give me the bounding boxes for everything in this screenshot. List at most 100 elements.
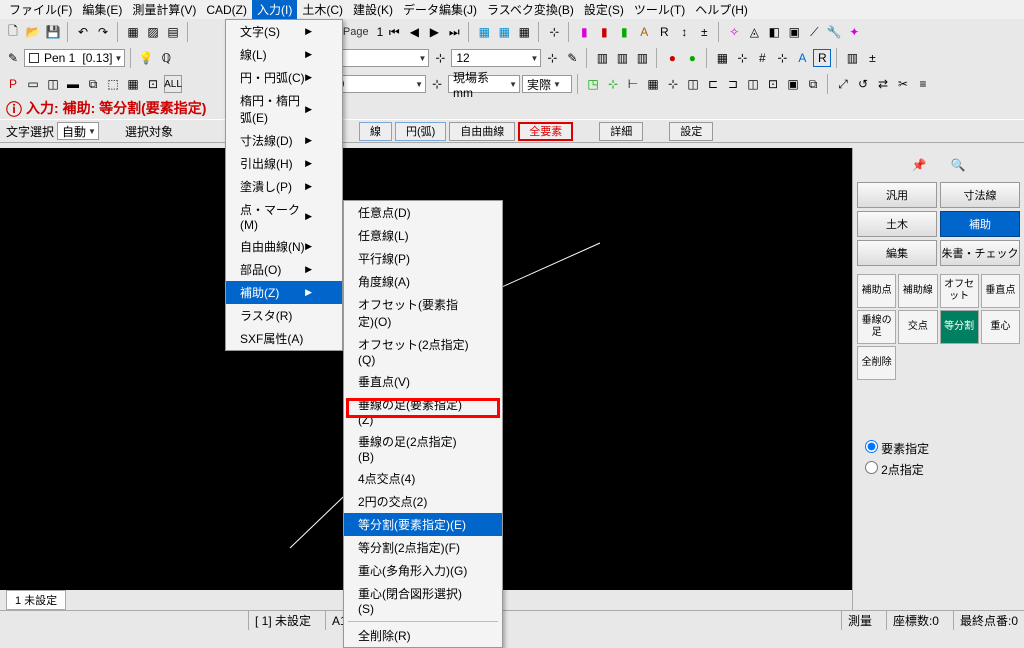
c1-icon[interactable]: ●: [663, 49, 681, 67]
fmt7-icon[interactable]: ±: [695, 23, 713, 41]
menu-file[interactable]: ファイル(F): [4, 0, 77, 20]
g6-icon[interactable]: R: [813, 49, 831, 67]
fmt1-icon[interactable]: ▮: [575, 23, 593, 41]
last-icon[interactable]: ⏭: [445, 23, 463, 41]
side-tab[interactable]: 寸法線: [940, 182, 1020, 208]
menu-help[interactable]: ヘルプ(H): [690, 0, 753, 20]
pin-icon[interactable]: 📌: [912, 158, 927, 172]
submenu-item[interactable]: 任意点(D): [344, 201, 502, 224]
t4-icon[interactable]: ✂: [894, 75, 912, 93]
submenu-item[interactable]: オフセット(要素指定)(O): [344, 293, 502, 333]
redo-icon[interactable]: ↷: [94, 23, 112, 41]
side-tool[interactable]: 全削除: [857, 346, 896, 380]
gr4-icon[interactable]: ▣: [785, 23, 803, 41]
menu-item[interactable]: 線(L)▶: [226, 43, 342, 66]
cx-icon[interactable]: ⊹: [428, 75, 446, 93]
sheet-tab-bar[interactable]: 1 未設定: [0, 590, 72, 610]
x1-icon[interactable]: ⊹: [431, 49, 449, 67]
t5-icon[interactable]: ≡: [914, 75, 932, 93]
undo-icon[interactable]: ↶: [74, 23, 92, 41]
magnify-icon[interactable]: 🔍: [951, 158, 966, 172]
submenu-item[interactable]: 垂線の足(要素指定)(Z): [344, 393, 502, 430]
menu-civil[interactable]: 土木(C): [297, 0, 348, 20]
gr7-icon[interactable]: ✦: [845, 23, 863, 41]
prev-icon[interactable]: ◀: [405, 23, 423, 41]
al3-icon[interactable]: ▥: [633, 49, 651, 67]
menu-item[interactable]: 部品(O)▶: [226, 258, 342, 281]
menu-cad[interactable]: CAD(Z): [201, 1, 252, 19]
snap1-icon[interactable]: ⊹: [545, 23, 563, 41]
menu-item[interactable]: SXF属性(A): [226, 327, 342, 350]
c2-icon[interactable]: ●: [683, 49, 701, 67]
layer1-icon[interactable]: ▦: [475, 23, 493, 41]
submenu-item[interactable]: 4点交点(4): [344, 467, 502, 490]
gr6-icon[interactable]: 🔧: [825, 23, 843, 41]
filter-line[interactable]: 線: [359, 122, 392, 141]
side-tab[interactable]: 汎用: [857, 182, 937, 208]
q-icon[interactable]: ℚ: [157, 49, 175, 67]
menu-item[interactable]: 自由曲線(N)▶: [226, 235, 342, 258]
menu-item[interactable]: 文字(S)▶: [226, 20, 342, 43]
gr3-icon[interactable]: ◧: [765, 23, 783, 41]
side-tool[interactable]: 垂線の足: [857, 310, 896, 344]
fmt6-icon[interactable]: ↕: [675, 23, 693, 41]
bulb-icon[interactable]: 💡: [137, 49, 155, 67]
submenu-item[interactable]: 平行線(P): [344, 247, 502, 270]
menu-settings[interactable]: 設定(S): [579, 0, 629, 20]
g4-icon[interactable]: ⊹: [773, 49, 791, 67]
s4-icon[interactable]: ▦: [644, 75, 662, 93]
side-tab[interactable]: 土木: [857, 211, 937, 237]
menu-item[interactable]: 円・円弧(C)▶: [226, 66, 342, 89]
side-tool[interactable]: 等分割: [940, 310, 979, 344]
r4-icon[interactable]: ⧉: [84, 75, 102, 93]
next-icon[interactable]: ▶: [425, 23, 443, 41]
s1-icon[interactable]: ◳: [584, 75, 602, 93]
t2-icon[interactable]: ↺: [854, 75, 872, 93]
coord-combo[interactable]: 現場系mm ▼: [448, 75, 520, 93]
side-category-tabs[interactable]: 汎用寸法線土木補助編集朱書・チェック: [857, 182, 1020, 266]
s10-icon[interactable]: ⊡: [764, 75, 782, 93]
auto-combo[interactable]: 自動 ▼: [57, 122, 99, 140]
side-tool[interactable]: 補助点: [857, 274, 896, 308]
tool-b-icon[interactable]: ▨: [144, 23, 162, 41]
m2-icon[interactable]: ±: [863, 49, 881, 67]
al1-icon[interactable]: ▥: [593, 49, 611, 67]
side-tool[interactable]: 垂直点: [981, 274, 1020, 308]
menu-survey[interactable]: 測量計算(V): [127, 0, 201, 20]
fmt4-icon[interactable]: A: [635, 23, 653, 41]
submenu-item[interactable]: 任意線(L): [344, 224, 502, 247]
side-tool[interactable]: オフセット: [940, 274, 979, 308]
s6-icon[interactable]: ◫: [684, 75, 702, 93]
t1-icon[interactable]: ⤢: [834, 75, 852, 93]
menu-build[interactable]: 建設(K): [348, 0, 398, 20]
menu-item[interactable]: 引出線(H)▶: [226, 152, 342, 175]
side-tab[interactable]: 編集: [857, 240, 937, 266]
gr2-icon[interactable]: ◬: [745, 23, 763, 41]
submenu-item[interactable]: 垂直点(V): [344, 370, 502, 393]
fmt2-icon[interactable]: ▮: [595, 23, 613, 41]
tool-c-icon[interactable]: ▤: [164, 23, 182, 41]
side-tab[interactable]: 補助: [940, 211, 1020, 237]
submenu-item[interactable]: 角度線(A): [344, 270, 502, 293]
r1-icon[interactable]: ▭: [24, 75, 42, 93]
r7-icon[interactable]: ⊡: [144, 75, 162, 93]
open-icon[interactable]: 📂: [24, 23, 42, 41]
menu-item[interactable]: 補助(Z)▶: [226, 281, 342, 304]
layer2-icon[interactable]: ▦: [495, 23, 513, 41]
r3-icon[interactable]: ▬: [64, 75, 82, 93]
submenu-item[interactable]: オフセット(2点指定)(Q): [344, 333, 502, 370]
radio-element[interactable]: 要素指定: [865, 440, 1020, 457]
al2-icon[interactable]: ▥: [613, 49, 631, 67]
submenu-item[interactable]: 等分割(要素指定)(E): [344, 513, 502, 536]
menu-dataedit[interactable]: データ編集(J): [398, 0, 482, 20]
save-icon[interactable]: 💾: [44, 23, 62, 41]
submenu-item[interactable]: 等分割(2点指定)(F): [344, 536, 502, 559]
menu-tool[interactable]: ツール(T): [629, 0, 690, 20]
r6-icon[interactable]: ▦: [124, 75, 142, 93]
s2-icon[interactable]: ⊹: [604, 75, 622, 93]
x2-icon[interactable]: ⊹: [543, 49, 561, 67]
menu-item[interactable]: 塗潰し(P)▶: [226, 175, 342, 198]
all-icon[interactable]: ALL: [164, 75, 182, 93]
filter-free[interactable]: 自由曲線: [449, 122, 515, 141]
r2-icon[interactable]: ◫: [44, 75, 62, 93]
